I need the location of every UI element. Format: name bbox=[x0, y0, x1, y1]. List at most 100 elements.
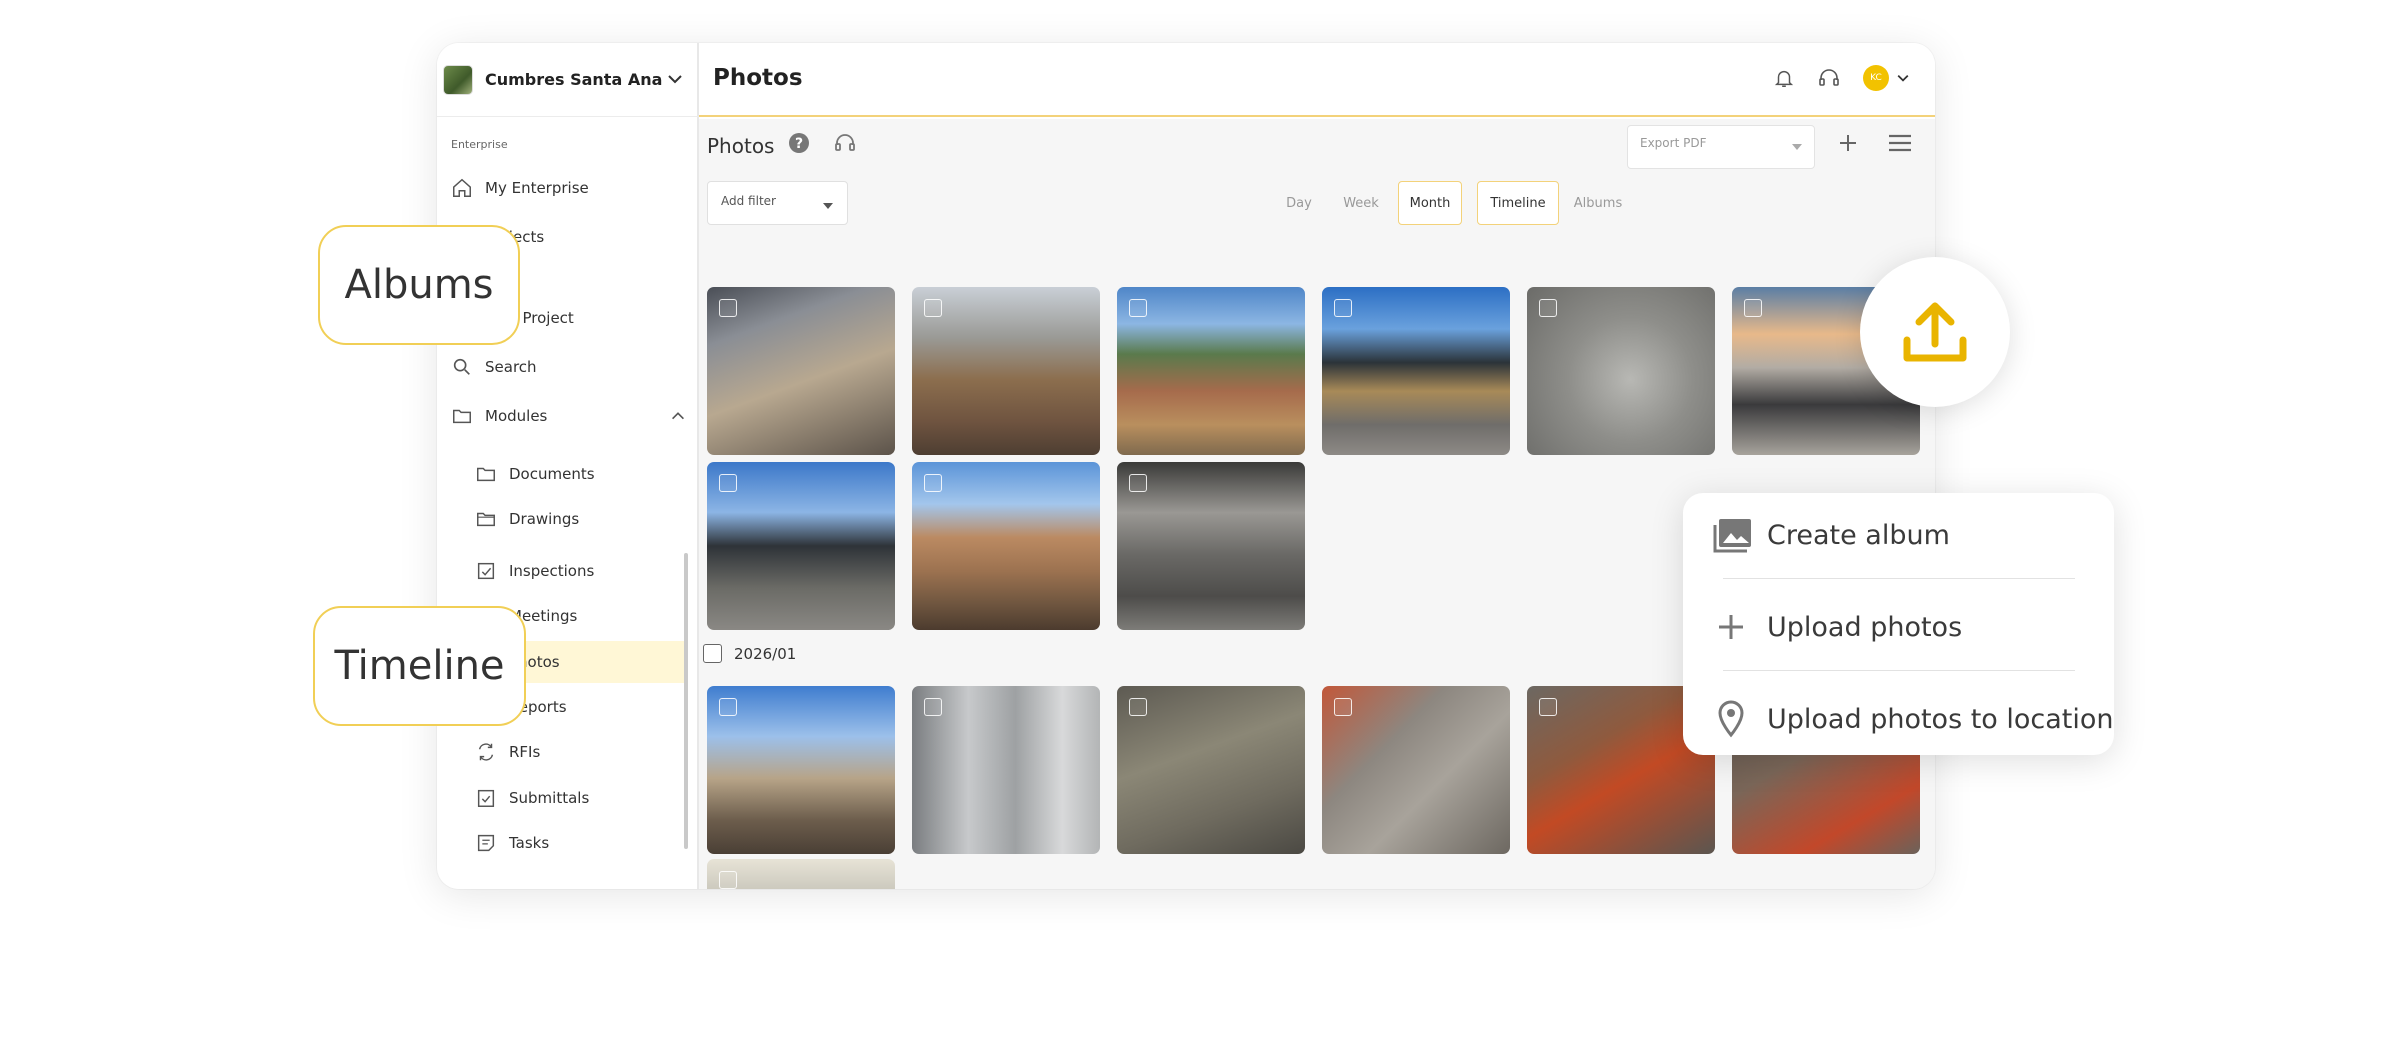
photo-checkbox[interactable] bbox=[924, 474, 942, 492]
tab-month[interactable]: Month bbox=[1398, 181, 1462, 225]
photo-checkbox[interactable] bbox=[1539, 698, 1557, 716]
tab-timeline[interactable]: Timeline bbox=[1477, 181, 1559, 225]
date-group-label: 2026/01 bbox=[734, 644, 797, 663]
sidebar-item-label: Drawings bbox=[509, 510, 580, 528]
photo-thumbnail[interactable] bbox=[707, 287, 895, 455]
support-headset-icon[interactable] bbox=[833, 131, 857, 155]
add-button[interactable] bbox=[1836, 131, 1860, 155]
sidebar-item-label: Modules bbox=[485, 407, 548, 425]
photo-checkbox[interactable] bbox=[719, 871, 737, 889]
sidebar-item-label: Search bbox=[485, 358, 537, 376]
photo-checkbox[interactable] bbox=[1539, 299, 1557, 317]
sidebar-item-documents[interactable]: Documents bbox=[475, 456, 595, 492]
sidebar-item-label: Submittals bbox=[509, 789, 590, 807]
export-placeholder: Export PDF bbox=[1640, 136, 1707, 150]
date-group-checkbox[interactable] bbox=[703, 644, 722, 663]
photos-app-window: Cumbres Santa Ana Enterprise My Enterpri… bbox=[437, 43, 1935, 889]
photo-checkbox[interactable] bbox=[719, 698, 737, 716]
search-icon bbox=[453, 358, 470, 375]
photo-checkbox[interactable] bbox=[719, 474, 737, 492]
photo-thumbnail[interactable] bbox=[1117, 686, 1305, 854]
tab-albums[interactable]: Albums bbox=[1565, 181, 1631, 225]
photo-thumbnail[interactable] bbox=[707, 859, 895, 889]
folder-icon bbox=[453, 409, 471, 424]
sidebar-item-modules[interactable]: Modules bbox=[451, 398, 687, 434]
sidebar-item-my-enterprise[interactable]: My Enterprise bbox=[451, 170, 589, 206]
photo-thumbnail[interactable] bbox=[912, 287, 1100, 455]
rfi-icon bbox=[478, 743, 494, 761]
home-icon bbox=[453, 178, 471, 197]
date-group-header[interactable]: 2026/01 bbox=[703, 644, 796, 663]
filter-label: Add filter bbox=[721, 194, 776, 208]
menu-divider bbox=[1723, 578, 2075, 579]
photo-thumbnail[interactable] bbox=[1527, 287, 1715, 455]
chevron-down-icon bbox=[668, 75, 682, 84]
dropdown-arrow-icon bbox=[823, 203, 833, 209]
menu-icon[interactable] bbox=[1886, 131, 1914, 155]
project-name: Cumbres Santa Ana bbox=[485, 70, 663, 89]
photo-checkbox[interactable] bbox=[1129, 299, 1147, 317]
add-filter-select[interactable]: Add filter bbox=[707, 181, 848, 225]
upload-photos-item[interactable]: Upload photos bbox=[1709, 602, 1962, 652]
timeline-callout: Timeline bbox=[313, 606, 526, 726]
photo-checkbox[interactable] bbox=[924, 299, 942, 317]
photo-checkbox[interactable] bbox=[1129, 474, 1147, 492]
help-icon[interactable]: ? bbox=[787, 131, 811, 155]
sidebar-item-submittals[interactable]: Submittals bbox=[475, 780, 589, 816]
plus-icon bbox=[1719, 615, 1743, 639]
upload-menu: Create album Upload photos Upload photos… bbox=[1683, 493, 2114, 755]
menu-item-label: Create album bbox=[1767, 519, 1950, 551]
sidebar-item-inspections[interactable]: Inspections bbox=[475, 553, 594, 589]
sidebar-item-label: Documents bbox=[509, 465, 595, 483]
photo-thumbnail[interactable] bbox=[707, 686, 895, 854]
top-header: Photos KC bbox=[699, 43, 1935, 117]
svg-text:?: ? bbox=[795, 136, 803, 152]
upload-icon bbox=[1903, 302, 1967, 362]
tab-week[interactable]: Week bbox=[1329, 181, 1393, 225]
photo-thumbnail[interactable] bbox=[1322, 287, 1510, 455]
create-album-item[interactable]: Create album bbox=[1709, 510, 1950, 560]
headset-icon[interactable] bbox=[1817, 66, 1841, 90]
sidebar-scrollbar[interactable] bbox=[684, 553, 688, 849]
photo-thumbnail[interactable] bbox=[1117, 287, 1305, 455]
bell-icon[interactable] bbox=[1773, 67, 1795, 89]
photo-checkbox[interactable] bbox=[1744, 299, 1762, 317]
dropdown-arrow-icon bbox=[1792, 144, 1802, 150]
sidebar-item-label: RFIs bbox=[509, 743, 541, 761]
photo-checkbox[interactable] bbox=[1334, 698, 1352, 716]
sidebar-item-label: My Enterprise bbox=[485, 179, 589, 197]
avatar: KC bbox=[1863, 65, 1889, 91]
user-menu[interactable]: KC bbox=[1863, 65, 1911, 91]
tasks-icon bbox=[477, 834, 495, 852]
photo-checkbox[interactable] bbox=[1334, 299, 1352, 317]
location-pin-icon bbox=[1718, 700, 1744, 738]
sidebar-item-tasks[interactable]: Tasks bbox=[475, 825, 549, 861]
page-title: Photos bbox=[713, 65, 803, 91]
photo-thumbnail[interactable] bbox=[912, 462, 1100, 630]
content-title: Photos bbox=[707, 134, 775, 158]
photo-checkbox[interactable] bbox=[1129, 698, 1147, 716]
project-selector[interactable]: Cumbres Santa Ana bbox=[437, 43, 699, 117]
photo-thumbnail[interactable] bbox=[1322, 686, 1510, 854]
export-pdf-select[interactable]: Export PDF bbox=[1627, 125, 1815, 169]
sidebar-item-label: Inspections bbox=[509, 562, 595, 580]
sidebar-section-label: Enterprise bbox=[451, 138, 508, 151]
tab-day[interactable]: Day bbox=[1269, 181, 1329, 225]
upload-photos-to-location-item[interactable]: Upload photos to location bbox=[1709, 694, 2114, 744]
submittals-icon bbox=[477, 789, 495, 807]
album-icon bbox=[1713, 519, 1751, 553]
photo-thumbnail[interactable] bbox=[912, 686, 1100, 854]
chevron-down-icon bbox=[1897, 74, 1909, 82]
photo-thumbnail[interactable] bbox=[1117, 462, 1305, 630]
folder-icon bbox=[477, 467, 495, 482]
sidebar-item-drawings[interactable]: Drawings bbox=[475, 501, 579, 537]
photo-thumbnail[interactable] bbox=[707, 462, 895, 630]
menu-item-label: Upload photos to location bbox=[1767, 703, 2114, 735]
sidebar-item-search[interactable]: Search bbox=[451, 349, 537, 385]
photo-checkbox[interactable] bbox=[924, 698, 942, 716]
photo-checkbox[interactable] bbox=[719, 299, 737, 317]
upload-button[interactable] bbox=[1860, 257, 2010, 407]
folder-open-icon bbox=[477, 512, 495, 527]
project-thumbnail bbox=[443, 64, 473, 95]
sidebar-item-rfis[interactable]: RFIs bbox=[475, 734, 540, 770]
